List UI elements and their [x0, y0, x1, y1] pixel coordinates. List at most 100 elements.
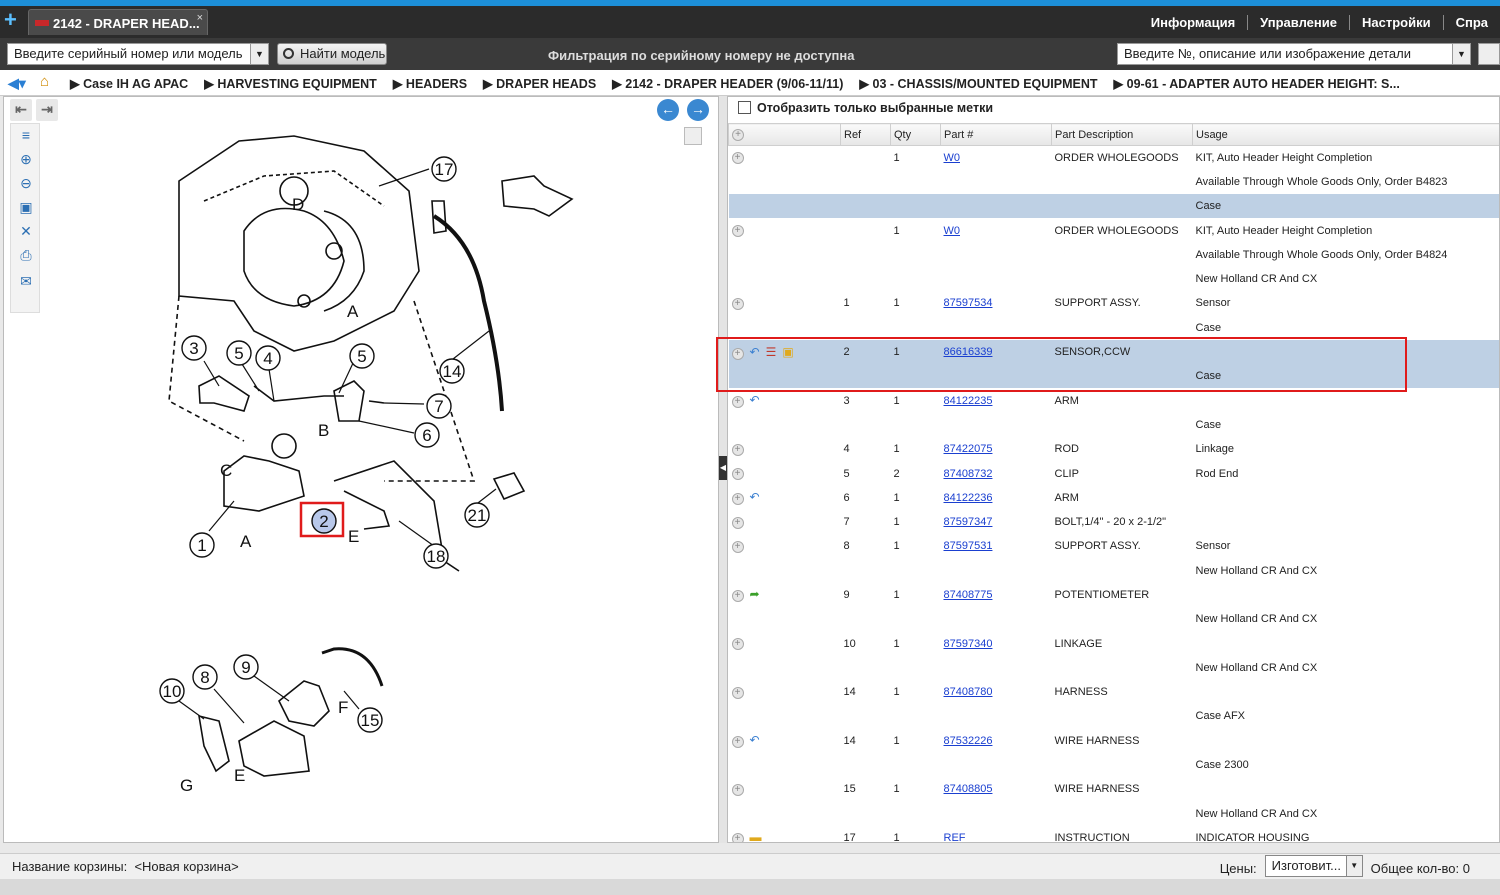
- callout-18[interactable]: 18: [423, 543, 449, 569]
- part-number-link[interactable]: 87532226: [944, 735, 993, 747]
- col-ref[interactable]: Ref: [840, 123, 891, 146]
- table-row[interactable]: +14 1 87408780 HARNESS: [729, 680, 1500, 704]
- table-row[interactable]: + ↶ 6 1 84122236 ARM: [729, 486, 1500, 510]
- row-part[interactable]: 87597347: [941, 510, 1052, 534]
- add-to-cart-icon[interactable]: +: [731, 396, 744, 409]
- table-row[interactable]: +10 1 87597340 LINKAGE: [729, 631, 1500, 655]
- callout-1[interactable]: 1: [189, 532, 215, 558]
- add-to-cart-icon[interactable]: +: [731, 736, 744, 749]
- callout-5[interactable]: 5: [226, 340, 252, 366]
- table-row[interactable]: New Holland CR And CX: [729, 656, 1500, 680]
- row-part[interactable]: 87532226: [941, 729, 1052, 753]
- cart-name[interactable]: <Новая корзина>: [134, 859, 238, 874]
- callout-17[interactable]: 17: [431, 156, 457, 182]
- table-row[interactable]: + ▬ 17 1 REF INSTRUCTION INDICATOR HOUSING: [729, 826, 1500, 842]
- part-search-button[interactable]: [1478, 43, 1500, 65]
- table-row[interactable]: +1 W0 ORDER WHOLEGOODS KIT, Auto Header Hei…: [729, 146, 1500, 170]
- add-all-icon[interactable]: +: [732, 129, 744, 141]
- col-part[interactable]: Part #: [940, 123, 1052, 146]
- part-number-link[interactable]: 84122236: [944, 492, 993, 504]
- back-arrow-icon[interactable]: ◀▾: [8, 75, 26, 92]
- add-to-cart-icon[interactable]: +: [731, 443, 744, 456]
- row-part[interactable]: 87408732: [941, 461, 1052, 485]
- add-to-cart-icon[interactable]: +: [731, 152, 744, 165]
- folder-icon[interactable]: ▬: [750, 830, 762, 842]
- chevron-down-icon[interactable]: ▼: [250, 44, 268, 64]
- table-row[interactable]: +1 W0 ORDER WHOLEGOODS KIT, Auto Header Hei…: [729, 218, 1500, 242]
- table-row[interactable]: +5 2 87408732 CLIP Rod End: [729, 461, 1500, 485]
- breadcrumb-item[interactable]: ▶ 03 - CHASSIS/MOUNTED EQUIPMENT: [859, 76, 1105, 91]
- part-number-link[interactable]: 87597531: [944, 540, 993, 552]
- part-number-link[interactable]: 87597347: [944, 516, 993, 528]
- add-to-cart-icon[interactable]: +: [731, 590, 744, 603]
- part-number-link[interactable]: W0: [944, 152, 961, 164]
- replace-arrow-icon[interactable]: ↶: [750, 733, 760, 747]
- row-part[interactable]: 87422075: [941, 437, 1052, 461]
- callout-2[interactable]: 2: [311, 508, 337, 534]
- part-number-link[interactable]: W0: [944, 225, 961, 237]
- show-selected-toggle[interactable]: Отобразить только выбранные метки: [738, 101, 993, 119]
- add-to-cart-icon[interactable]: +: [731, 540, 744, 553]
- part-number-link[interactable]: 87408775: [944, 589, 993, 601]
- home-icon[interactable]: ⌂: [40, 73, 49, 90]
- menu-management[interactable]: Управление: [1247, 15, 1349, 30]
- table-row[interactable]: +8 1 87597531 SUPPORT ASSY. Sensor: [729, 534, 1500, 558]
- replace-arrow-icon[interactable]: ↶: [750, 490, 760, 504]
- row-part[interactable]: W0: [941, 218, 1052, 242]
- row-part[interactable]: 84122235: [941, 388, 1052, 412]
- row-part[interactable]: 87408775: [941, 583, 1052, 607]
- prices-select[interactable]: Изготовит... ▼: [1264, 855, 1363, 877]
- col-desc[interactable]: Part Description: [1051, 123, 1193, 146]
- breadcrumb-item[interactable]: ▶ 2142 - DRAPER HEADER (9/06-11/11): [612, 76, 851, 91]
- callout-5[interactable]: 5: [349, 343, 375, 369]
- row-part[interactable]: W0: [941, 146, 1052, 170]
- tab-close-icon[interactable]: ×: [197, 12, 203, 24]
- breadcrumb-item[interactable]: ▶ Case IH AG APAC: [70, 76, 196, 91]
- part-number-link[interactable]: 87408732: [944, 468, 993, 480]
- table-row[interactable]: Available Through Whole Goods Only, Orde…: [729, 243, 1500, 267]
- table-row[interactable]: +1 1 87597534 SUPPORT ASSY. Sensor: [729, 291, 1500, 315]
- part-number-link[interactable]: 87597534: [944, 297, 993, 309]
- table-row[interactable]: Case 2300: [729, 753, 1500, 777]
- add-to-cart-icon[interactable]: +: [731, 297, 744, 310]
- find-model-button[interactable]: Найти модель: [277, 43, 387, 65]
- part-number-link[interactable]: 84122235: [944, 395, 993, 407]
- add-to-cart-icon[interactable]: +: [731, 638, 744, 651]
- callout-4[interactable]: 4: [255, 345, 281, 371]
- menu-help[interactable]: Спра: [1442, 15, 1500, 30]
- callout-15[interactable]: 15: [357, 707, 383, 733]
- checkbox[interactable]: [738, 101, 751, 114]
- menu-info[interactable]: Информация: [1139, 15, 1247, 30]
- row-part[interactable]: 87408805: [941, 777, 1052, 801]
- add-to-cart-icon[interactable]: +: [731, 833, 744, 842]
- part-number-link[interactable]: REF: [944, 832, 966, 842]
- row-part[interactable]: 87597534: [941, 291, 1052, 315]
- callout-10[interactable]: 10: [159, 678, 185, 704]
- callout-14[interactable]: 14: [439, 358, 465, 384]
- row-part[interactable]: 84122236: [941, 486, 1052, 510]
- chevron-down-icon[interactable]: ▼: [1452, 44, 1470, 64]
- chevron-down-icon[interactable]: ▼: [1345, 856, 1362, 876]
- add-to-cart-icon[interactable]: +: [731, 783, 744, 796]
- col-usage[interactable]: Usage: [1192, 123, 1499, 146]
- row-part[interactable]: 87597531: [941, 534, 1052, 558]
- breadcrumb-item[interactable]: ▶ DRAPER HEADS: [483, 76, 604, 91]
- part-number-link[interactable]: 87422075: [944, 443, 993, 455]
- callout-3[interactable]: 3: [181, 335, 207, 361]
- table-row[interactable]: +7 1 87597347 BOLT,1/4" - 20 x 2-1/2": [729, 510, 1500, 534]
- row-part[interactable]: 87408780: [941, 680, 1052, 704]
- table-row[interactable]: New Holland CR And CX: [729, 267, 1500, 291]
- callout-8[interactable]: 8: [192, 664, 218, 690]
- table-row[interactable]: New Holland CR And CX: [729, 802, 1500, 826]
- breadcrumb-item[interactable]: ▶ HARVESTING EQUIPMENT: [204, 76, 385, 91]
- collapse-handle-icon[interactable]: ◀: [719, 456, 727, 480]
- row-part[interactable]: REF: [941, 826, 1052, 842]
- table-row[interactable]: New Holland CR And CX: [729, 559, 1500, 583]
- callout-6[interactable]: 6: [414, 422, 440, 448]
- table-row[interactable]: Available Through Whole Goods Only, Orde…: [729, 170, 1500, 194]
- callout-21[interactable]: 21: [464, 502, 490, 528]
- table-row[interactable]: New Holland CR And CX: [729, 607, 1500, 631]
- part-search-input[interactable]: Введите №, описание или изображение дета…: [1117, 43, 1471, 65]
- add-to-cart-icon[interactable]: +: [731, 516, 744, 529]
- table-row[interactable]: + ↶ 14 1 87532226 WIRE HARNESS: [729, 729, 1500, 753]
